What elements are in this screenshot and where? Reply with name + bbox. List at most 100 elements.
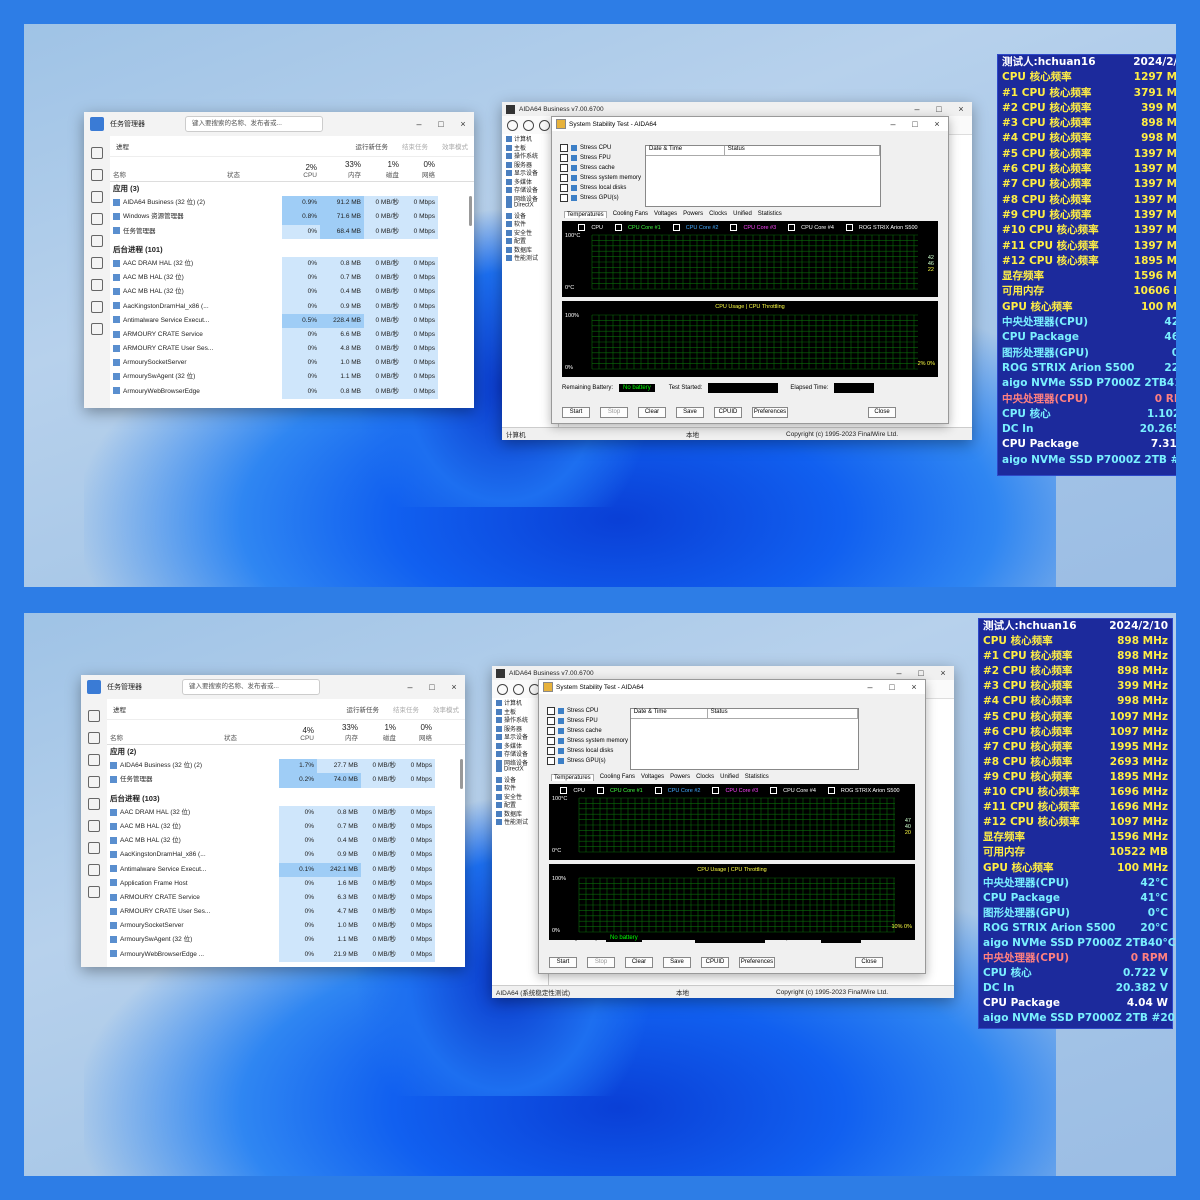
legend-checkbox[interactable]	[827, 787, 835, 794]
legend-item[interactable]: CPU Core #4	[788, 224, 838, 231]
scrollbar-thumb[interactable]	[469, 196, 472, 226]
start-button[interactable]: Start	[562, 407, 590, 418]
legend-checkbox[interactable]	[730, 224, 738, 231]
tab-voltages[interactable]: Voltages	[641, 774, 664, 781]
stress-option[interactable]: Stress CPU	[547, 706, 628, 716]
details-icon[interactable]	[91, 279, 103, 291]
legend-item[interactable]: CPU	[578, 224, 607, 231]
minimize-button[interactable]: –	[888, 668, 910, 678]
report-icon[interactable]	[523, 119, 534, 131]
services-icon[interactable]	[88, 864, 100, 876]
process-row[interactable]: ArmouryWebBrowserEdge 0% 0.8 MB 0 MB/秒 0 Mbp…	[110, 384, 474, 399]
stability-test-dialog[interactable]: System Stability Test - AIDA64 – □ × Stress …	[538, 679, 926, 974]
process-row[interactable]: ArmouryWebBrowserEdge ... 0% 21.9 MB 0 MB/秒…	[107, 947, 465, 962]
legend-item[interactable]: CPU Core #2	[654, 787, 705, 794]
tree-item[interactable]: 主板	[502, 143, 558, 152]
close-button[interactable]: ×	[926, 119, 948, 129]
process-row[interactable]: 任务管理器 0.2% 74.0 MB 0 MB/秒 0 Mbps	[107, 773, 465, 788]
minimize-button[interactable]: –	[859, 682, 881, 692]
settings-icon[interactable]	[91, 323, 103, 335]
save-button[interactable]: Save	[676, 407, 704, 418]
performance-icon[interactable]	[88, 754, 100, 766]
legend-checkbox[interactable]	[597, 787, 605, 794]
process-row[interactable]: AAC DRAM HAL (32 位) 0% 0.8 MB 0 MB/秒 0 Mbps	[110, 256, 474, 272]
process-row[interactable]: AAC MB HAL (32 位) 0% 0.4 MB 0 MB/秒 0 Mbps	[107, 834, 465, 849]
clear-button[interactable]: Clear	[638, 407, 666, 418]
stress-option[interactable]: Stress system memory	[547, 736, 628, 746]
tab-unified[interactable]: Unified	[720, 774, 739, 781]
preferences-button[interactable]: Preferences	[739, 957, 775, 968]
performance-icon[interactable]	[91, 191, 103, 203]
checkbox[interactable]	[560, 144, 568, 152]
minimize-button[interactable]: –	[906, 104, 928, 114]
tab-cooling-fans[interactable]: Cooling Fans	[600, 774, 635, 781]
legend-checkbox[interactable]	[672, 224, 680, 231]
stress-option[interactable]: Stress FPU	[547, 716, 628, 726]
stop-button[interactable]: Stop	[587, 957, 615, 968]
process-row[interactable]: Windows 资源管理器 0.8% 71.6 MB 0 MB/秒 0 Mbps	[110, 210, 474, 225]
checkbox[interactable]	[560, 154, 568, 162]
task-manager-window[interactable]: 任务管理器 键入要搜索的名称、发布者或... – □ × 进程 运行新任务 结束任务 效率模式名…	[84, 112, 474, 408]
run-new-task-button[interactable]: 运行新任务	[347, 704, 380, 714]
legend-item[interactable]: ROG STRIX Arion S500	[845, 224, 922, 231]
start-button[interactable]: Start	[549, 957, 577, 968]
stress-option[interactable]: Stress local disks	[547, 746, 628, 756]
process-row[interactable]: ARMOURY CRATE Service 0% 6.6 MB 0 MB/秒 0 Mbp…	[110, 327, 474, 343]
stress-option[interactable]: Stress cache	[560, 163, 641, 173]
tab-statistics[interactable]: Statistics	[758, 211, 782, 218]
apps-group-header[interactable]: 应用 (3)	[110, 182, 474, 196]
stress-option[interactable]: Stress CPU	[560, 143, 641, 153]
tree-item[interactable]: 设备	[502, 211, 558, 220]
log-col-status[interactable]: Status	[708, 709, 859, 718]
tree-item[interactable]: 显示设备	[502, 168, 558, 177]
tree-item[interactable]: 软件	[502, 219, 558, 228]
stress-option[interactable]: Stress local disks	[560, 183, 641, 193]
process-row[interactable]: Application Frame Host 0% 1.6 MB 0 MB/秒 0 Mb…	[107, 876, 465, 891]
close-button[interactable]: ×	[452, 119, 474, 129]
maximize-button[interactable]: □	[881, 682, 903, 692]
stress-option[interactable]: Stress GPU(s)	[560, 193, 641, 203]
legend-checkbox[interactable]	[654, 787, 662, 794]
disk-column-header[interactable]: 1% 磁盘	[364, 157, 402, 181]
close-button[interactable]: ×	[443, 682, 465, 692]
close-button[interactable]: ×	[932, 668, 954, 678]
process-row[interactable]: ArmourySocketServer 0% 1.0 MB 0 MB/秒 0 Mbps	[110, 356, 474, 371]
search-input[interactable]: 键入要搜索的名称、发布者或...	[182, 679, 320, 695]
checkbox[interactable]	[560, 164, 568, 172]
status-column-header[interactable]: 状态	[221, 720, 279, 744]
network-column-header[interactable]: 0% 网络	[399, 720, 435, 744]
maximize-button[interactable]: □	[421, 682, 443, 692]
close-button[interactable]: ×	[950, 104, 972, 114]
disk-column-header[interactable]: 1% 磁盘	[361, 720, 399, 744]
legend-item[interactable]: CPU Core #3	[730, 224, 780, 231]
efficiency-mode-button[interactable]: 效率模式	[433, 704, 459, 714]
stress-option[interactable]: Stress system memory	[560, 173, 641, 183]
process-row[interactable]: Antimalware Service Execut... 0.1% 242.1 M…	[107, 862, 465, 877]
hamburger-menu-icon[interactable]	[88, 710, 100, 722]
legend-checkbox[interactable]	[615, 224, 623, 231]
process-row[interactable]: AIDA64 Business (32 位) (2) 0.9% 91.2 MB 0 M…	[110, 196, 474, 211]
checkbox[interactable]	[560, 174, 568, 182]
scrollbar-thumb[interactable]	[460, 759, 463, 789]
tab-cooling-fans[interactable]: Cooling Fans	[613, 211, 648, 218]
tab-temperatures[interactable]: Temperatures	[564, 211, 607, 218]
background-group-header[interactable]: 后台进程 (101)	[110, 243, 474, 257]
tab-powers[interactable]: Powers	[683, 211, 703, 218]
legend-item[interactable]: CPU Core #2	[672, 224, 723, 231]
cpu-column-header[interactable]: 2% CPU	[282, 157, 320, 181]
legend-checkbox[interactable]	[770, 787, 778, 794]
minimize-button[interactable]: –	[408, 119, 430, 129]
legend-checkbox[interactable]	[788, 224, 796, 231]
close-button[interactable]: Close	[855, 957, 883, 968]
checkbox[interactable]	[560, 194, 568, 202]
tab-powers[interactable]: Powers	[670, 774, 690, 781]
stability-test-dialog[interactable]: System Stability Test - AIDA64 – □ × Stress …	[551, 116, 949, 424]
clear-button[interactable]: Clear	[625, 957, 653, 968]
process-row[interactable]: ArmourySwAgent (32 位) 0% 1.1 MB 0 MB/秒 0 Mbp…	[107, 933, 465, 948]
apps-group-header[interactable]: 应用 (2)	[107, 745, 465, 759]
tree-item[interactable]: 服务器	[502, 160, 558, 169]
details-icon[interactable]	[88, 842, 100, 854]
legend-checkbox[interactable]	[560, 787, 568, 794]
minimize-button[interactable]: –	[399, 682, 421, 692]
startup-apps-icon[interactable]	[91, 235, 103, 247]
